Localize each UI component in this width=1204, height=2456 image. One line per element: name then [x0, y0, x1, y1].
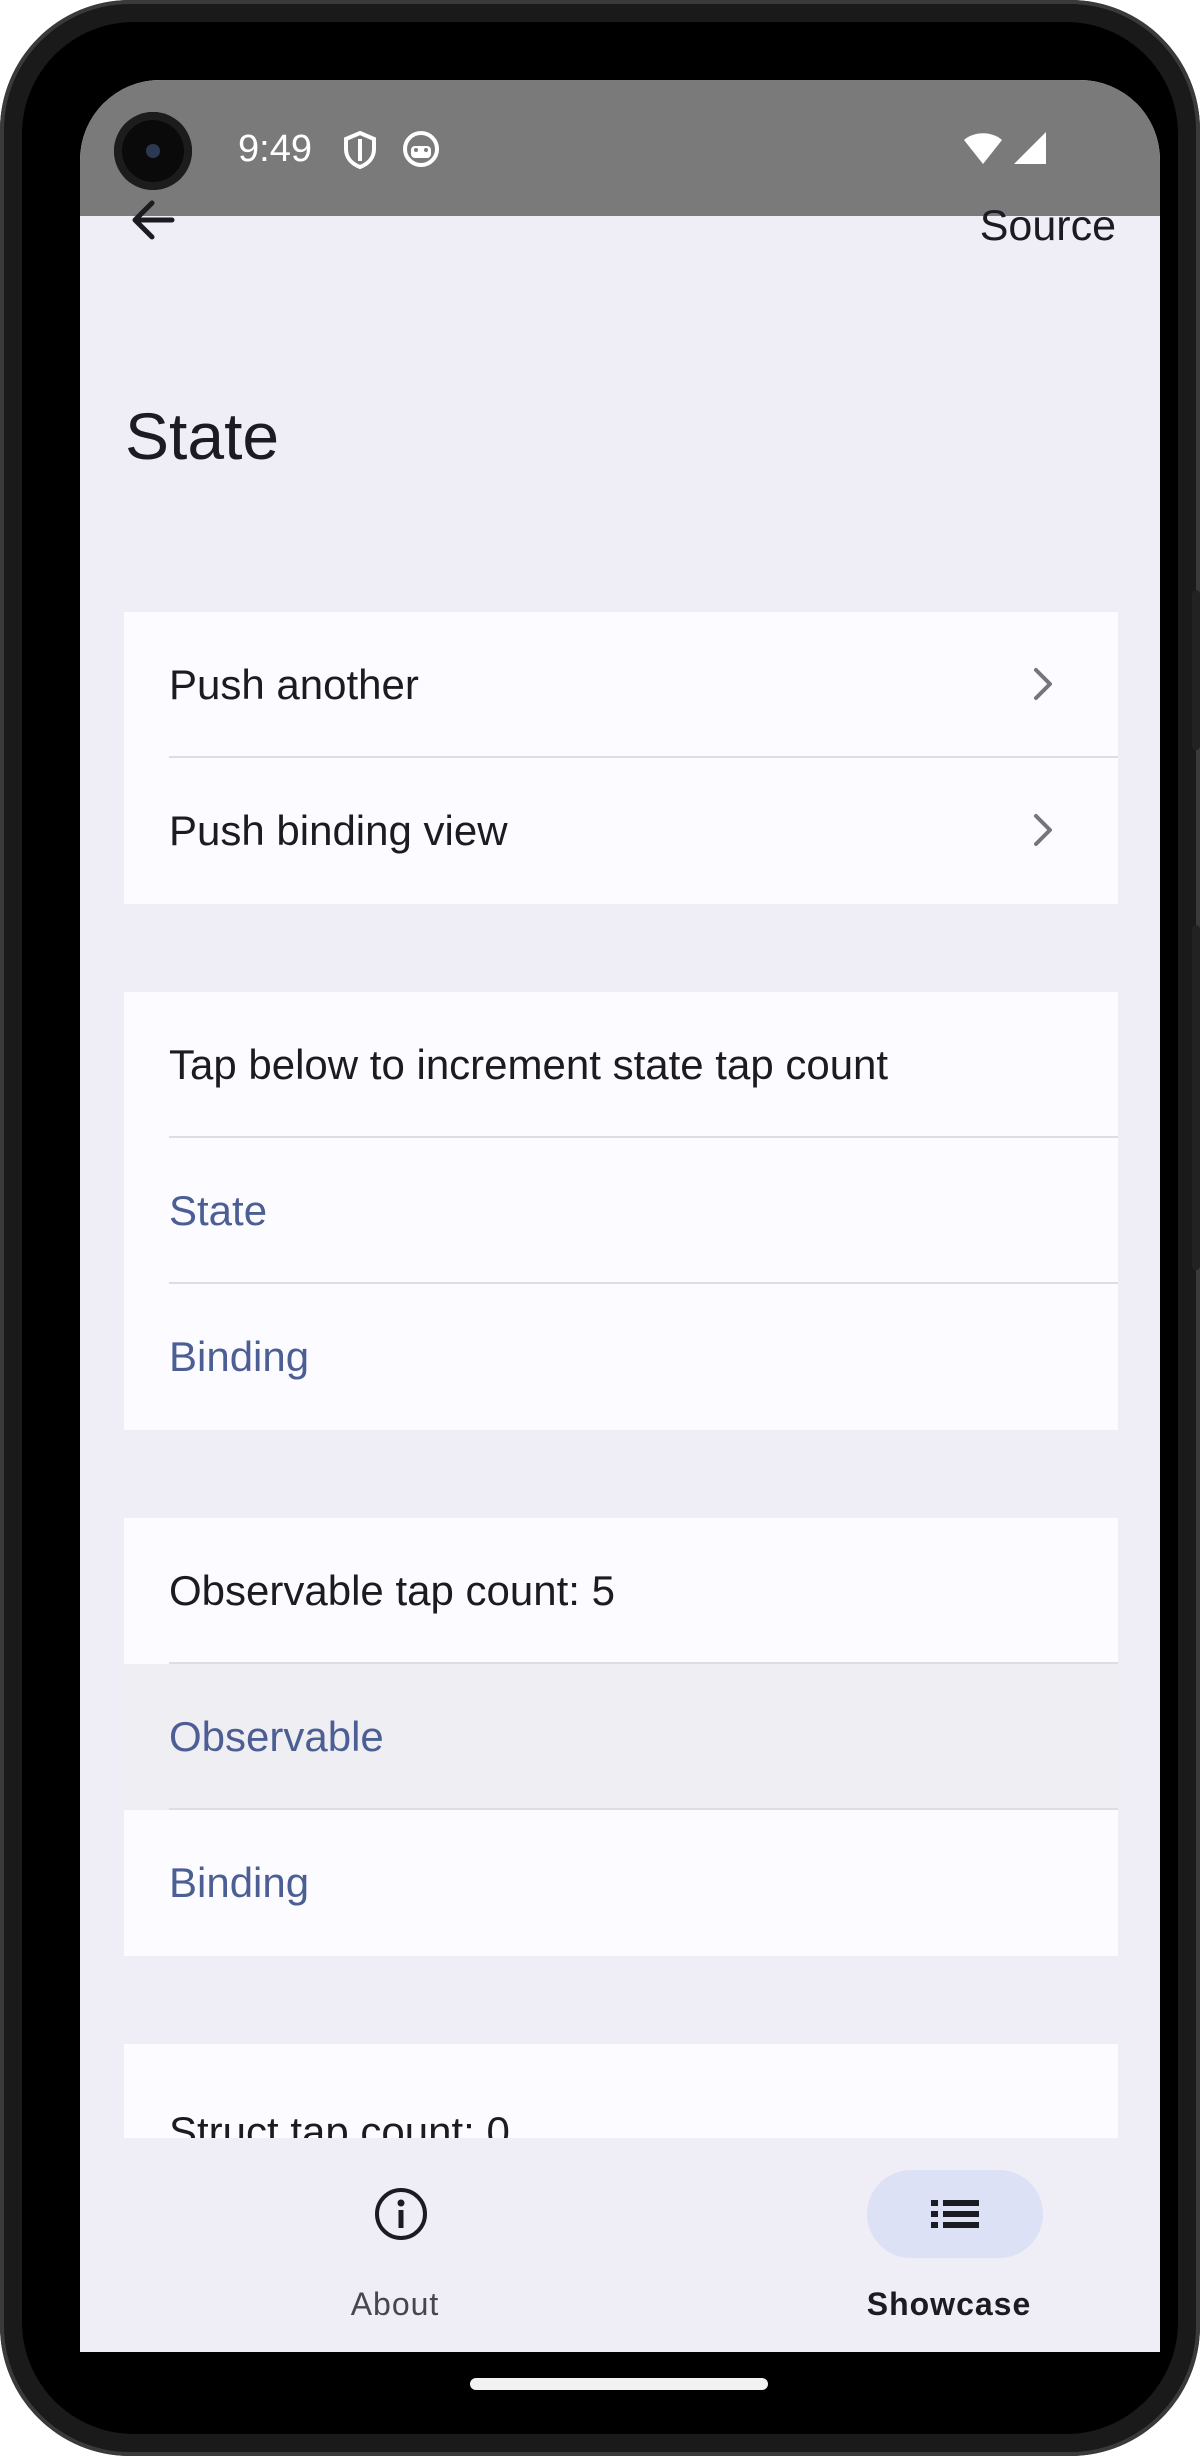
status-time: 9:49 [238, 128, 312, 170]
observable-tap-count-row: Observable tap count: 5 [124, 1518, 1118, 1664]
power-button [1192, 925, 1200, 1270]
bottom-navigation-bar: About Showcase [80, 2138, 1160, 2352]
observable-section: Observable tap count: 5 Observable Bindi… [124, 1518, 1118, 1956]
row-label: State [169, 1187, 268, 1234]
gesture-handle[interactable] [470, 2378, 768, 2390]
nav-label: About [350, 2286, 440, 2322]
front-camera [114, 112, 192, 190]
struct-tap-count-row: Struct tap count: 0 [124, 2044, 1118, 2138]
observable-button[interactable]: Observable [124, 1664, 1118, 1810]
push-binding-view-row[interactable]: Push binding view [124, 758, 1118, 904]
row-label: Observable tap count: 5 [169, 1567, 615, 1614]
page-title: State [125, 399, 280, 473]
row-label: Tap below to increment state tap count [169, 1041, 889, 1088]
arrow-back-icon[interactable] [124, 190, 184, 250]
row-label: Push binding view [169, 807, 508, 854]
observable-binding-button[interactable]: Binding [124, 1810, 1118, 1956]
row-label: Observable [169, 1713, 384, 1760]
list-icon [931, 2200, 979, 2228]
screen: 9:49 Source State Push another Push bind… [80, 80, 1160, 2352]
navigation-section: Push another Push binding view [124, 612, 1118, 904]
status-bar: 9:49 [80, 80, 1160, 216]
nav-item-showcase[interactable]: Showcase [799, 2138, 1099, 2352]
chevron-right-icon [1034, 814, 1052, 846]
info-icon [375, 2188, 427, 2240]
state-button[interactable]: State [124, 1138, 1118, 1284]
state-tap-count-row: Tap below to increment state tap count [124, 992, 1118, 1138]
row-label: Push another [169, 661, 419, 708]
phone-bezel: 9:49 Source State Push another Push bind… [22, 22, 1178, 2434]
nav-label: Showcase [866, 2286, 1032, 2322]
row-label: Struct tap count: 0 [169, 2108, 510, 2138]
state-section: Tap below to increment state tap count S… [124, 992, 1118, 1430]
state-binding-button[interactable]: Binding [124, 1284, 1118, 1430]
volume-button [1192, 590, 1200, 750]
chevron-right-icon [1034, 668, 1052, 700]
push-another-row[interactable]: Push another [124, 612, 1118, 758]
shield-icon [344, 130, 376, 170]
wifi-icon [964, 133, 1002, 164]
phone-frame: 9:49 Source State Push another Push bind… [0, 0, 1200, 2456]
android-icon [403, 131, 439, 167]
nav-item-about[interactable]: About [245, 2138, 545, 2352]
row-label: Binding [169, 1859, 310, 1906]
row-label: Binding [169, 1333, 310, 1380]
struct-section: Struct tap count: 0 [124, 2044, 1118, 2138]
source-button[interactable]: Source [980, 202, 1116, 251]
signal-icon [1014, 132, 1046, 164]
